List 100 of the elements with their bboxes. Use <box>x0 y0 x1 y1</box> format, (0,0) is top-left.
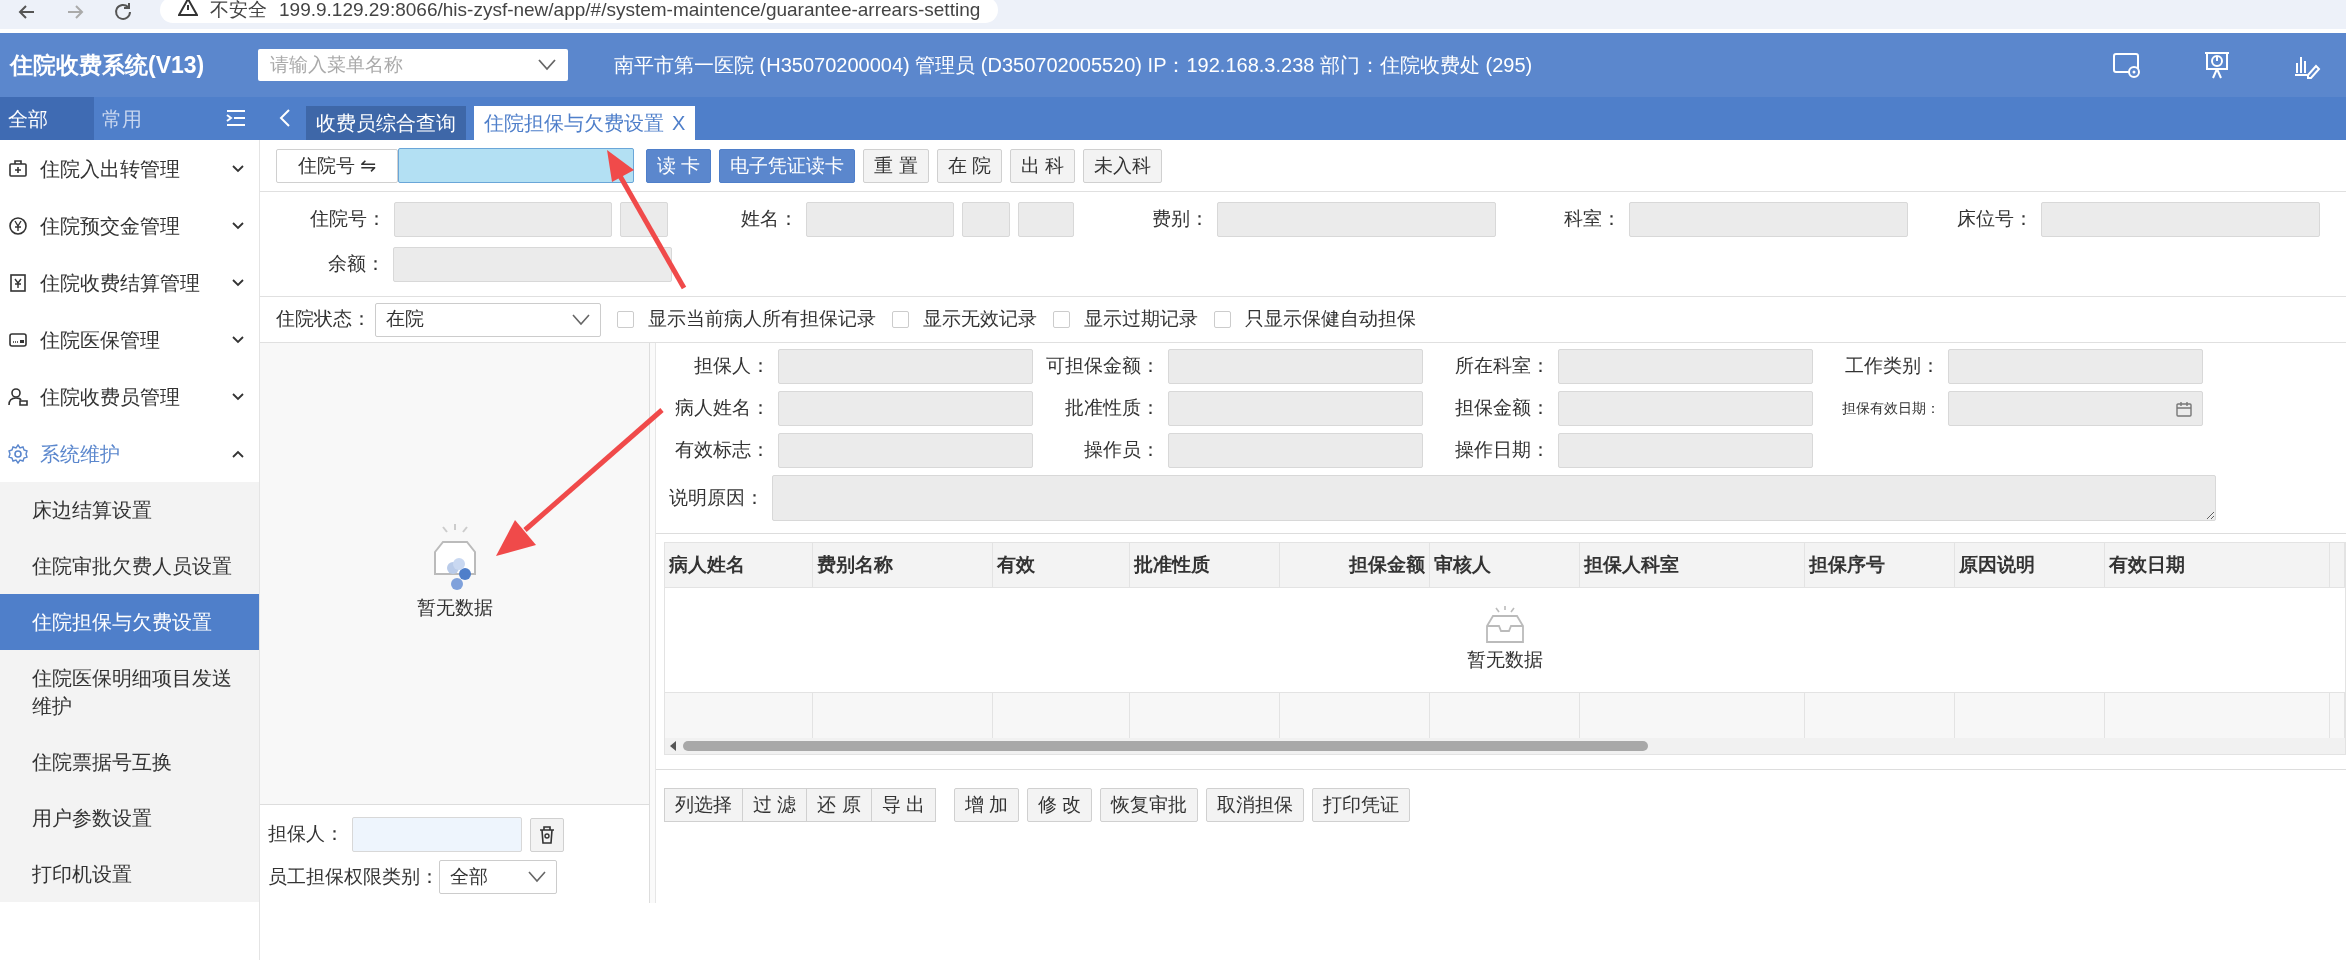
column-header[interactable]: 病人姓名 <box>665 543 813 587</box>
column-header[interactable]: 有效日期 <box>2105 543 2330 587</box>
column-header[interactable] <box>2330 543 2345 587</box>
mode-toggle-button[interactable]: 住院号 ⇋ <box>276 148 398 183</box>
sidebar-subitem[interactable]: 住院审批欠费人员设置 <box>0 538 259 594</box>
column-header[interactable]: 担保人科室 <box>1580 543 1805 587</box>
action-button[interactable]: 打印凭证 <box>1312 788 1411 822</box>
monitor-icon[interactable] <box>2112 51 2142 79</box>
column-header[interactable]: 原因说明 <box>1955 543 2105 587</box>
presentation-icon[interactable] <box>2202 50 2232 80</box>
date-field[interactable] <box>1948 391 2203 426</box>
security-label: 不安全 <box>210 0 267 22</box>
chevron-down-icon <box>528 871 546 883</box>
sidebar-item[interactable]: 系统维护 <box>0 425 259 482</box>
scrollbar[interactable] <box>665 738 2345 754</box>
page-tab[interactable]: 收费员综合查询 <box>306 106 466 140</box>
field-label: 有效标志： <box>674 438 770 463</box>
sidebar-subitem[interactable]: 住院票据号互换 <box>0 734 259 790</box>
input-field[interactable] <box>778 433 1033 468</box>
menu-icon[interactable] <box>226 109 246 127</box>
checkbox[interactable] <box>892 311 909 328</box>
input-field[interactable] <box>393 247 672 282</box>
input-field[interactable] <box>962 202 1010 237</box>
action-button[interactable]: 修 改 <box>1027 788 1093 822</box>
field-label: 担保金额： <box>1454 396 1550 421</box>
action-button[interactable]: 列选择 <box>664 788 743 822</box>
text-area[interactable] <box>772 475 2216 521</box>
chevron-left-icon[interactable] <box>278 108 292 128</box>
input-field[interactable] <box>778 349 1033 384</box>
close-button[interactable]: X <box>672 108 686 138</box>
input-field[interactable] <box>1168 433 1423 468</box>
sidebar-item[interactable]: 住院收费员管理 <box>0 368 259 425</box>
input-field[interactable] <box>1168 391 1423 426</box>
toolbar-button[interactable]: 重 置 <box>863 148 929 183</box>
user-info: 南平市第一医院 (H35070200004) 管理员 (D350702005520) IP：192.168.3.238 部门：住院收费处 (295) <box>614 53 1534 78</box>
sidebar-item[interactable]: 住院预交金管理 <box>0 197 259 254</box>
input-field[interactable] <box>806 202 954 237</box>
input-field[interactable] <box>1629 202 1908 237</box>
input-field[interactable] <box>2041 202 2320 237</box>
chevron-down-icon <box>572 313 590 326</box>
input-field[interactable] <box>778 391 1033 426</box>
input-field[interactable] <box>1558 349 1813 384</box>
sidebar-tab[interactable]: 全部 <box>0 97 94 140</box>
category-select[interactable]: 全部 <box>439 860 557 894</box>
status-select[interactable]: 在院 <box>375 302 601 337</box>
toolbar-button[interactable]: 未入科 <box>1083 148 1163 183</box>
input-field[interactable] <box>1558 391 1813 426</box>
sidebar-subitem[interactable]: 床边结算设置 <box>0 482 259 538</box>
search-field[interactable] <box>398 148 634 183</box>
field-label: 住院号： <box>309 207 386 232</box>
column-header[interactable]: 担保金额 <box>1280 543 1430 587</box>
settings-icon <box>8 443 28 464</box>
column-header[interactable]: 审核人 <box>1430 543 1580 587</box>
input-field[interactable] <box>1018 202 1074 237</box>
input-field[interactable] <box>394 202 612 237</box>
action-button[interactable]: 取消担保 <box>1206 788 1305 822</box>
toolbar-button[interactable]: 出 科 <box>1009 148 1076 183</box>
input-field[interactable] <box>1217 202 1496 237</box>
sidebar-subitem[interactable]: 住院担保与欠费设置 <box>0 594 259 650</box>
placeholder: 请输入菜单名称 <box>270 52 403 77</box>
column-header[interactable]: 有效 <box>993 543 1130 587</box>
input-field[interactable] <box>352 817 522 852</box>
checkbox-label: 显示无效记录 <box>923 307 1037 332</box>
field-label: 床位号： <box>1956 207 2034 232</box>
sidebar-item[interactable]: 住院收费结算管理 <box>0 254 259 311</box>
delete-button[interactable] <box>530 817 564 852</box>
sidebar-subitem[interactable]: 用户参数设置 <box>0 790 259 846</box>
address-bar[interactable]: 不安全 199.9.129.29:8066/his-zysf-new/app/#/system-maintence/guarantee-arrears-setting <box>160 0 999 23</box>
empty-tray-icon <box>1483 605 1527 646</box>
checkbox[interactable] <box>1214 311 1231 328</box>
column-header[interactable]: 批准性质 <box>1130 543 1280 587</box>
user-icon <box>8 386 28 407</box>
sidebar-subitem[interactable]: 住院医保明细项目发送维护 <box>0 650 259 734</box>
reload-icon[interactable] <box>112 1 134 23</box>
action-button[interactable]: 导 出 <box>870 788 936 822</box>
toolbar-button[interactable]: 在 院 <box>936 148 1002 183</box>
chevron-down-icon <box>538 59 556 71</box>
action-button[interactable]: 增 加 <box>953 788 1020 822</box>
chevron-down-icon <box>231 220 245 231</box>
checkbox[interactable] <box>617 311 634 328</box>
page-tab[interactable]: 住院担保与欠费设置 X <box>474 106 696 140</box>
toolbar-button[interactable]: 电子凭证读卡 <box>719 148 856 183</box>
field-label: 余额： <box>327 252 386 277</box>
calendar-icon[interactable] <box>2176 400 2192 417</box>
column-header[interactable]: 费别名称 <box>813 543 993 587</box>
action-button[interactable]: 过 滤 <box>742 788 808 822</box>
column-header[interactable]: 担保序号 <box>1805 543 1955 587</box>
input-field[interactable] <box>1558 433 1813 468</box>
sidebar-item[interactable]: 住院医保管理 <box>0 311 259 368</box>
empty-message: 暂无数据 <box>1467 647 1543 672</box>
input-field[interactable] <box>1948 349 2203 384</box>
trash-icon <box>539 825 555 844</box>
input-field[interactable] <box>1168 349 1423 384</box>
sidebar-subitem[interactable]: 打印机设置 <box>0 846 259 902</box>
action-button[interactable]: 恢复审批 <box>1100 788 1199 822</box>
sidebar-item[interactable]: 住院入出转管理 <box>0 140 259 197</box>
scroll-left-icon[interactable] <box>669 741 677 751</box>
toolbar-button[interactable]: 读 卡 <box>646 148 712 183</box>
action-button[interactable]: 还 原 <box>806 788 872 822</box>
checkbox[interactable] <box>1053 311 1070 328</box>
